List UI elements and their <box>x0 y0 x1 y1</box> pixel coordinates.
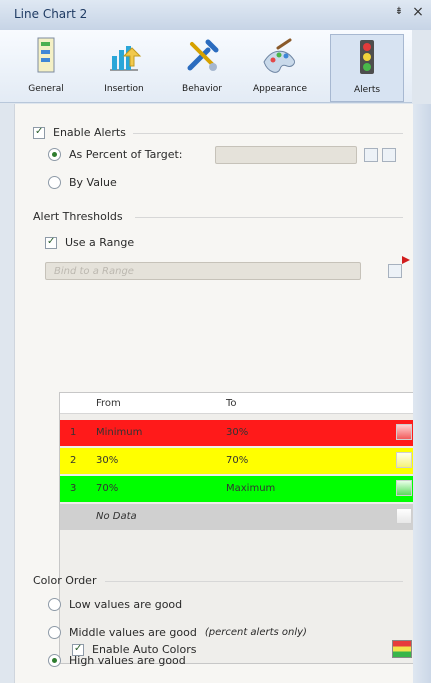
tab-general-label: General <box>28 84 64 94</box>
as-percent-label: As Percent of Target: <box>69 148 183 161</box>
as-percent-row[interactable]: As Percent of Target: <box>48 148 182 161</box>
no-data-label: No Data <box>96 511 137 522</box>
header-to: To <box>226 398 237 409</box>
close-icon[interactable]: × <box>410 4 426 20</box>
row-number: 1 <box>70 427 77 438</box>
tab-alerts-label: Alerts <box>353 85 381 95</box>
pin-icon[interactable]: ⇟ <box>392 6 406 20</box>
enable-alerts-label: Enable Alerts <box>53 126 126 139</box>
row-color-swatch[interactable] <box>396 452 412 468</box>
row-to: 70% <box>226 455 249 466</box>
threshold-table: From To 1 Minimum 30% 2 30% 70% 3 70% Ma… <box>59 392 419 664</box>
color-order-title: Color Order <box>33 574 97 587</box>
tab-behavior-label: Behavior <box>182 84 222 94</box>
bind-target-button[interactable] <box>364 148 378 162</box>
as-percent-radio[interactable] <box>48 148 61 161</box>
use-range-checkbox[interactable] <box>45 236 57 249</box>
row-from: Minimum <box>96 427 143 438</box>
target-input[interactable] <box>215 146 357 164</box>
row-number: 2 <box>70 455 77 466</box>
behavior-icon <box>187 39 219 71</box>
use-range-row[interactable]: Use a Range <box>45 236 134 249</box>
threshold-row-2[interactable]: 2 30% 70% <box>60 448 418 474</box>
low-values-radio[interactable] <box>48 598 61 611</box>
bind-range-input[interactable]: Bind to a Range <box>45 262 361 280</box>
tab-appearance[interactable]: Appearance <box>244 34 316 100</box>
row-from: 70% <box>96 483 119 494</box>
window-title: Line Chart 2 <box>14 7 88 21</box>
by-value-row[interactable]: By Value <box>48 176 117 189</box>
tab-insertion-label: Insertion <box>104 84 144 94</box>
title-bar: Line Chart 2 ⇟ × <box>0 0 431 30</box>
tab-alerts[interactable]: Alerts <box>330 34 404 102</box>
color-order-option-high[interactable]: High values are good <box>48 654 186 667</box>
header-from: From <box>96 398 121 409</box>
percent-alerts-note: (percent alerts only) <box>204 627 307 638</box>
tab-insertion[interactable]: Insertion <box>88 34 160 100</box>
row-to: Maximum <box>226 483 276 494</box>
appearance-icon <box>263 38 295 73</box>
divider-thresholds <box>135 217 403 218</box>
no-data-color-swatch[interactable] <box>396 508 412 524</box>
color-order-option-middle[interactable]: Middle values are good (percent alerts o… <box>48 626 307 639</box>
insertion-icon <box>110 46 142 71</box>
alerts-content: Enable Alerts As Percent of Target: By V… <box>14 104 419 683</box>
color-order-option-low[interactable]: Low values are good <box>48 598 182 611</box>
alerts-icon <box>360 40 374 74</box>
no-data-row[interactable]: No Data <box>60 504 418 530</box>
threshold-row-3[interactable]: 3 70% Maximum <box>60 476 418 502</box>
enable-alerts-checkbox[interactable] <box>33 126 45 139</box>
row-from: 30% <box>96 455 119 466</box>
bind-range-button[interactable] <box>388 264 402 278</box>
tab-appearance-label: Appearance <box>252 84 308 94</box>
high-values-radio[interactable] <box>48 654 61 667</box>
row-to: 30% <box>226 427 249 438</box>
auto-colors-icon[interactable] <box>392 640 412 658</box>
general-icon <box>37 37 55 73</box>
threshold-row-1[interactable]: 1 Minimum 30% <box>60 420 418 446</box>
row-number: 3 <box>70 483 77 494</box>
divider-enable <box>133 133 403 134</box>
threshold-table-header: From To <box>60 393 418 414</box>
enable-alerts-row[interactable]: Enable Alerts <box>33 126 126 139</box>
by-value-label: By Value <box>69 176 117 189</box>
tab-behavior[interactable]: Behavior <box>166 34 238 100</box>
tab-general[interactable]: General <box>10 34 82 100</box>
alerts-panel: Line Chart 2 ⇟ × General Insertion Behav… <box>0 0 431 683</box>
middle-values-label: Middle values are good <box>69 626 197 639</box>
row-color-swatch[interactable] <box>396 480 412 496</box>
row-color-swatch[interactable] <box>396 424 412 440</box>
by-value-radio[interactable] <box>48 176 61 189</box>
edit-target-button[interactable] <box>382 148 396 162</box>
tab-strip: General Insertion Behavior Appearance Al… <box>0 30 412 103</box>
divider-color-order <box>105 581 403 582</box>
middle-values-radio[interactable] <box>48 626 61 639</box>
high-values-label: High values are good <box>69 654 186 667</box>
vertical-scrollbar[interactable] <box>413 104 431 683</box>
alert-thresholds-title: Alert Thresholds <box>33 210 123 223</box>
low-values-label: Low values are good <box>69 598 183 611</box>
use-range-label: Use a Range <box>65 236 135 249</box>
